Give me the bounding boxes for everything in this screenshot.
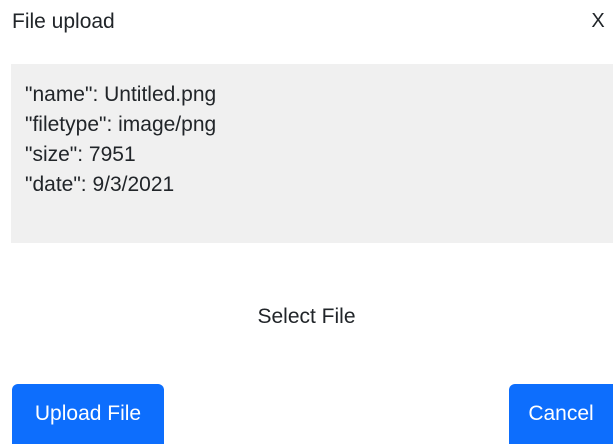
file-size-line: "size": 7951 <box>25 143 136 166</box>
file-info-panel: "name": Untitled.png "filetype": image/p… <box>11 64 613 243</box>
select-file-link[interactable]: Select File <box>0 302 613 332</box>
file-name-line: "name": Untitled.png <box>25 83 217 106</box>
dialog-title: File upload <box>12 10 115 33</box>
close-button[interactable]: X <box>587 6 609 36</box>
file-date-line: "date": 9/3/2021 <box>25 173 175 196</box>
upload-file-button[interactable]: Upload File <box>12 384 164 444</box>
cancel-button[interactable]: Cancel <box>509 384 613 444</box>
file-type-line: "filetype": image/png <box>25 113 217 136</box>
